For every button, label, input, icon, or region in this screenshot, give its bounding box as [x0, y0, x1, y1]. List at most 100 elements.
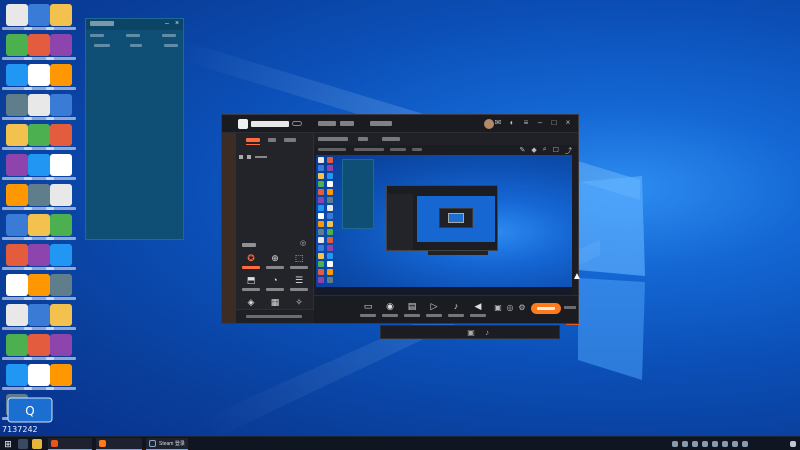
tab-audio[interactable]: [284, 138, 296, 142]
ime-icon[interactable]: [742, 441, 748, 447]
desktop-shortcut-icon[interactable]: [2, 4, 32, 30]
desktop-shortcut-icon[interactable]: [2, 64, 32, 90]
desktop-shortcut-icon[interactable]: [2, 94, 32, 120]
floating-panel-titlebar[interactable]: – ×: [86, 19, 183, 30]
taskbar-item[interactable]: [48, 438, 92, 450]
desktop-shortcut-icon[interactable]: [2, 124, 32, 150]
desktop-shortcut-icon[interactable]: [2, 214, 32, 240]
network-icon[interactable]: [722, 441, 728, 447]
desktop-shortcut-icon[interactable]: [24, 184, 54, 210]
desktop-shortcut-icon[interactable]: [46, 244, 76, 270]
tab-sources[interactable]: [268, 138, 276, 142]
notification-icon[interactable]: [790, 441, 796, 447]
windows-start-icon[interactable]: ⊞: [3, 439, 13, 449]
tools-info-icon[interactable]: ◎: [300, 240, 306, 247]
desktop-shortcut-icon[interactable]: [2, 304, 32, 330]
app-tab[interactable]: [340, 121, 354, 126]
scene-selector[interactable]: [239, 147, 269, 159]
desktop-shortcut-icon[interactable]: [46, 184, 76, 210]
desktop-shortcut-icon[interactable]: [24, 334, 54, 360]
minimize-icon[interactable]: –: [536, 119, 544, 127]
camera-icon[interactable]: ▣: [467, 329, 475, 337]
gear-icon[interactable]: ⚙: [518, 304, 526, 312]
tool-item[interactable]: ⬒: [240, 275, 262, 295]
file-explorer-icon[interactable]: [32, 439, 42, 449]
record-icon[interactable]: ▣: [494, 304, 502, 312]
tray-icon[interactable]: [682, 441, 688, 447]
qq-widget[interactable]: Q 7137242: [0, 392, 60, 434]
taskbar-item[interactable]: [96, 438, 142, 450]
desktop-shortcut-icon[interactable]: [24, 244, 54, 270]
maximize-icon[interactable]: □: [550, 119, 558, 127]
desktop-shortcut-icon[interactable]: [46, 4, 76, 30]
desktop-shortcut-icon[interactable]: [2, 244, 32, 270]
preview-floating-panel: [342, 159, 374, 229]
floating-control-bar[interactable]: ▣ ♪: [380, 325, 560, 339]
volume-icon[interactable]: [732, 441, 738, 447]
floating-panel[interactable]: – ×: [85, 18, 184, 240]
close-icon[interactable]: ×: [564, 119, 572, 127]
left-panel-footer[interactable]: [236, 309, 314, 323]
desktop-shortcut-icon[interactable]: [24, 34, 54, 60]
minimize-icon[interactable]: –: [164, 20, 170, 27]
desktop-shortcut-icon[interactable]: [24, 274, 54, 300]
taskbar-item[interactable]: Steam 登录: [146, 438, 188, 450]
mail-icon[interactable]: ✉: [494, 119, 502, 127]
video-button[interactable]: ▷: [424, 299, 444, 321]
desktop-shortcut-icon[interactable]: [46, 154, 76, 180]
desktop-shortcut-icon[interactable]: [2, 184, 32, 210]
tray-icon[interactable]: [712, 441, 718, 447]
tray-icon[interactable]: [702, 441, 708, 447]
desktop-shortcut-icon[interactable]: [46, 274, 76, 300]
desktop-shortcut-icon[interactable]: [24, 364, 54, 390]
streaming-app-window[interactable]: ✉ ◐ ≡ – □ × ◎ ✪ ⊕ ⬚ ⬒ ◔ ☰ ◈ ▦ ✧ ✎ ◆ ⌕ ☐ …: [221, 114, 579, 324]
desktop-shortcut-icon[interactable]: [2, 274, 32, 300]
tool-item[interactable]: ⊕: [264, 253, 286, 273]
eye-icon[interactable]: ◎: [506, 304, 514, 312]
desktop-shortcut-icon[interactable]: [46, 304, 76, 330]
tray-icon[interactable]: [672, 441, 678, 447]
app-tab[interactable]: [370, 121, 392, 126]
desktop-shortcut-icon[interactable]: [24, 214, 54, 240]
desktop-shortcut-icon[interactable]: [46, 214, 76, 240]
camera-button[interactable]: ◉: [380, 299, 400, 321]
desktop-shortcut-icon[interactable]: [24, 304, 54, 330]
tool-item[interactable]: ⬚: [288, 253, 310, 273]
desktop-shortcut-icon[interactable]: [46, 34, 76, 60]
tool-item[interactable]: ✪: [240, 253, 262, 273]
desktop-shortcut-icon[interactable]: [46, 94, 76, 120]
avatar[interactable]: [484, 119, 494, 129]
app-tab[interactable]: [318, 121, 336, 126]
desktop-shortcut-icon[interactable]: [46, 124, 76, 150]
settings-link[interactable]: [564, 306, 576, 309]
tab-scenes[interactable]: [246, 138, 260, 142]
desktop-shortcut-icon[interactable]: [2, 34, 32, 60]
close-icon[interactable]: ×: [174, 20, 180, 27]
screen-share-button[interactable]: ▭: [358, 299, 378, 321]
desktop-shortcut-icon[interactable]: [46, 334, 76, 360]
microphone-icon[interactable]: ♪: [483, 329, 491, 337]
tool-item[interactable]: ◔: [264, 275, 286, 295]
magic-icon: ✧: [295, 297, 303, 307]
menu-icon[interactable]: ≡: [522, 119, 530, 127]
desktop-shortcut-icon[interactable]: [24, 124, 54, 150]
tray-icon[interactable]: [692, 441, 698, 447]
desktop-shortcut-icon[interactable]: [46, 364, 76, 390]
skin-icon[interactable]: ◐: [508, 119, 516, 127]
stream-preview[interactable]: [316, 155, 572, 295]
speaker-button[interactable]: ◀: [468, 299, 488, 321]
tool-item[interactable]: ☰: [288, 275, 310, 295]
app-titlebar[interactable]: ✉ ◐ ≡ – □ ×: [222, 115, 578, 133]
desktop-shortcut-icon[interactable]: [2, 334, 32, 360]
mic-button[interactable]: ♪: [446, 299, 466, 321]
desktop-shortcut-icon[interactable]: [24, 4, 54, 30]
window-capture-button[interactable]: ▤: [402, 299, 422, 321]
desktop-shortcut-icon[interactable]: [2, 364, 32, 390]
desktop-shortcut-icon[interactable]: [24, 154, 54, 180]
search-icon[interactable]: [18, 439, 28, 449]
start-live-button[interactable]: [531, 303, 561, 314]
desktop-shortcut-icon[interactable]: [46, 64, 76, 90]
desktop-shortcut-icon[interactable]: [2, 154, 32, 180]
desktop-shortcut-icon[interactable]: [24, 94, 54, 120]
desktop-shortcut-icon[interactable]: [24, 64, 54, 90]
